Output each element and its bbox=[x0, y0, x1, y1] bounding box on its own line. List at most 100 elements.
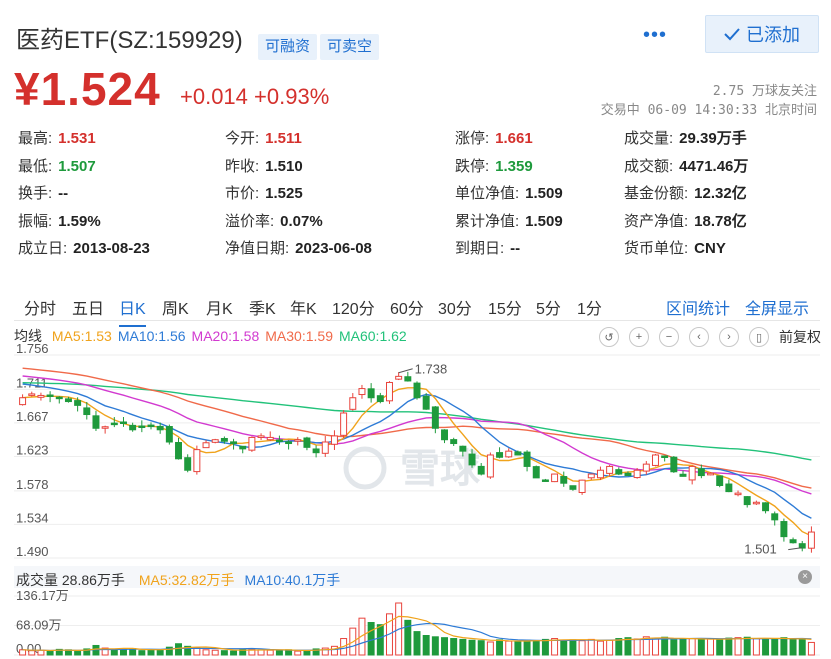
candle-body bbox=[74, 400, 82, 406]
candle-body bbox=[523, 451, 531, 467]
volume-bar bbox=[477, 640, 485, 656]
candle-body bbox=[441, 429, 448, 441]
candle-body bbox=[431, 406, 439, 429]
candle-body bbox=[459, 445, 467, 452]
volume-bar bbox=[762, 638, 770, 656]
y-tick-label: 1.534 bbox=[16, 510, 49, 525]
volume-bar bbox=[413, 631, 421, 656]
watermark-logo: 雪球 bbox=[400, 446, 481, 492]
volume-bar bbox=[615, 638, 623, 656]
volume-bar bbox=[716, 639, 724, 656]
candle-body bbox=[266, 436, 274, 441]
candle-body bbox=[551, 473, 559, 483]
candle-body bbox=[707, 472, 714, 476]
candle-body bbox=[422, 395, 430, 410]
y-tick-label: 1.756 bbox=[16, 341, 49, 356]
y-tick-label: 1.578 bbox=[16, 477, 49, 492]
candle-body bbox=[64, 398, 72, 403]
volume-bar bbox=[652, 637, 659, 656]
candle-body bbox=[789, 539, 797, 544]
y-tick-label: 1.490 bbox=[16, 544, 49, 559]
volume-bar bbox=[294, 650, 302, 656]
volume-bar bbox=[441, 637, 448, 656]
candle-body bbox=[101, 426, 109, 429]
volume-bar bbox=[110, 649, 118, 656]
min-marker-line bbox=[788, 547, 803, 551]
volume-bar bbox=[450, 638, 458, 656]
volume-bar bbox=[532, 640, 540, 656]
candle-body bbox=[569, 485, 577, 490]
volume-bar bbox=[202, 649, 210, 656]
volume-bar bbox=[798, 638, 806, 656]
candle-body bbox=[532, 466, 540, 479]
candle-body bbox=[19, 397, 27, 406]
volume-bar bbox=[661, 636, 669, 656]
volume-bar bbox=[468, 639, 476, 656]
candle-body bbox=[285, 441, 293, 445]
candle-body bbox=[330, 435, 338, 445]
volume-bar bbox=[266, 649, 274, 656]
candle-body bbox=[367, 388, 375, 399]
candle-body bbox=[734, 492, 742, 496]
volume-bar bbox=[679, 638, 687, 656]
kline-chart[interactable]: 1.7561.7111.6671.6231.5781.5341.490雪球1.7… bbox=[0, 0, 831, 659]
volume-bar bbox=[46, 650, 54, 656]
candle-body bbox=[486, 454, 494, 478]
candle-body bbox=[386, 381, 393, 402]
max-price-label: 1.738 bbox=[415, 362, 448, 377]
volume-bar bbox=[560, 639, 568, 656]
candle-body bbox=[55, 396, 63, 400]
candle-body bbox=[624, 472, 632, 477]
volume-bar bbox=[37, 649, 45, 656]
candle-body bbox=[477, 465, 485, 475]
candle-body bbox=[211, 439, 219, 443]
volume-bar bbox=[734, 637, 742, 656]
candle-body bbox=[541, 479, 549, 482]
volume-bar bbox=[138, 650, 146, 656]
candle-body bbox=[120, 421, 127, 424]
candle-body bbox=[743, 496, 751, 506]
volume-bar bbox=[496, 639, 504, 656]
candle-body bbox=[780, 521, 788, 538]
y-tick-label: 1.667 bbox=[16, 409, 49, 424]
candle-body bbox=[129, 424, 137, 431]
candle-body bbox=[303, 437, 311, 448]
candle-body bbox=[184, 457, 192, 471]
volume-bar bbox=[752, 638, 760, 656]
candle-body bbox=[587, 473, 595, 479]
candle-body bbox=[688, 465, 696, 481]
candle-body bbox=[376, 395, 384, 403]
candle-body bbox=[725, 483, 733, 493]
candle-body bbox=[716, 475, 724, 487]
candle-body bbox=[468, 453, 476, 466]
candle-body bbox=[312, 448, 320, 454]
candle-body bbox=[358, 388, 366, 396]
volume-bar bbox=[541, 638, 549, 656]
volume-bar bbox=[578, 640, 586, 656]
candle-body bbox=[450, 439, 458, 445]
candle-body bbox=[230, 441, 238, 445]
candle-body bbox=[807, 531, 815, 549]
candle-body bbox=[661, 455, 669, 458]
candle-body bbox=[679, 473, 687, 477]
volume-bar bbox=[193, 647, 201, 656]
volume-bar bbox=[688, 638, 696, 656]
candle-body bbox=[697, 468, 705, 477]
volume-bar bbox=[780, 637, 788, 656]
candle-body bbox=[156, 425, 164, 431]
volume-bar bbox=[789, 638, 797, 656]
vol-tick-label: 68.09万 bbox=[16, 617, 62, 632]
volume-bar bbox=[743, 636, 751, 656]
volume-bar bbox=[147, 649, 155, 656]
candle-body bbox=[28, 393, 36, 396]
candle-body bbox=[165, 426, 173, 443]
candle-body bbox=[275, 439, 283, 443]
candle-body bbox=[633, 469, 641, 479]
candle-body bbox=[92, 415, 100, 429]
candle-body bbox=[110, 422, 118, 426]
volume-bar bbox=[771, 638, 779, 656]
candle-body bbox=[239, 445, 247, 450]
candle-body bbox=[248, 436, 256, 451]
candle-body bbox=[514, 451, 522, 456]
candle-body bbox=[404, 376, 412, 382]
